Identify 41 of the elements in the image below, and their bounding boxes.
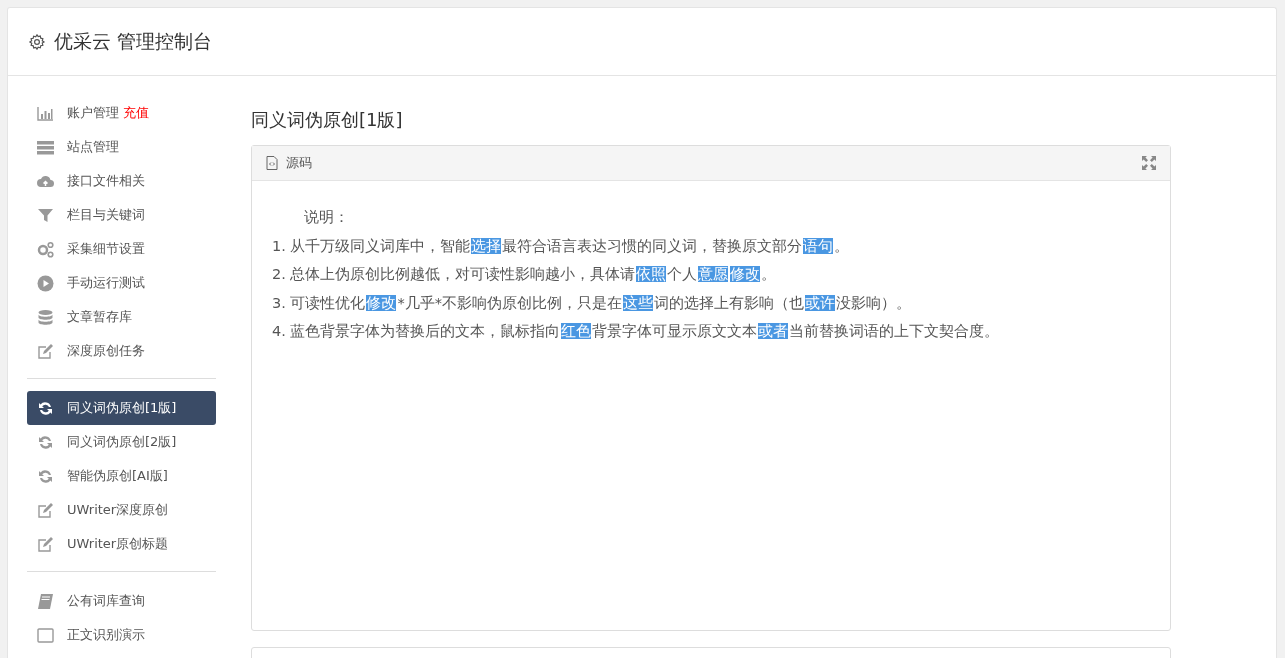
- refresh-icon: [37, 467, 54, 485]
- database-icon: [37, 308, 54, 326]
- panel-title: 源码: [286, 154, 312, 173]
- edit-icon: [37, 342, 54, 360]
- sidebar-item[interactable]: UWriter深度原创: [27, 493, 216, 527]
- sidebar-item[interactable]: 栏目与关键词: [27, 198, 216, 232]
- sidebar-item[interactable]: 同义词伪原创[2版]: [27, 425, 216, 459]
- sidebar-item[interactable]: 同义词伪原创[1版]: [27, 391, 216, 425]
- sidebar-item[interactable]: UWriter原创标题: [27, 527, 216, 561]
- sidebar-item[interactable]: 手动运行测试: [27, 266, 216, 300]
- sidebar-item[interactable]: 采集细节设置: [27, 232, 216, 266]
- edit-icon: [37, 535, 54, 553]
- recharge-link[interactable]: 充值: [123, 103, 149, 123]
- sidebar-item[interactable]: 智能伪原创[AI版]: [27, 459, 216, 493]
- filter-icon: [37, 206, 54, 224]
- code-file-icon: [266, 156, 278, 170]
- sidebar-item[interactable]: 接口文件相关: [27, 164, 216, 198]
- expand-icon[interactable]: [1142, 156, 1156, 170]
- edit-icon: [37, 501, 54, 519]
- note-line: 3. 可读性优化修改*几乎*不影响伪原创比例，只是在这些词的选择上有影响（也或许没影响）。: [272, 293, 912, 313]
- sidebar-item[interactable]: 账户管理 充值: [27, 96, 216, 130]
- gear-icon: [28, 32, 46, 51]
- note-line: 2. 总体上伪原创比例越低，对可读性影响越小，具体请依照个人意愿修改。: [272, 265, 778, 284]
- refresh-icon: [37, 433, 54, 451]
- note-line: 4. 蓝色背景字体为替换后的文本，鼠标指向 红色背景字体可显示原文文本或者当前替换词语的上下文契合度。: [272, 322, 1001, 341]
- note-line: 1. 从千万级同义词库中，智能选择最符合语言表达习惯的同义词，替换原文部分语句。: [272, 236, 851, 256]
- play-icon: [37, 274, 54, 292]
- page-title: 同义词伪原创[1版]: [251, 108, 404, 132]
- bar-chart-icon: [37, 104, 54, 122]
- sidebar-item[interactable]: 公有词库查询: [27, 584, 216, 618]
- refresh-icon: [37, 399, 54, 417]
- sidebar-item[interactable]: 深度原创任务: [27, 334, 216, 368]
- square-icon: [37, 626, 54, 644]
- note-heading: 说明：: [303, 208, 350, 227]
- book-icon: [37, 592, 54, 610]
- server-icon: [37, 138, 54, 156]
- sidebar-item[interactable]: 文章暂存库: [27, 300, 216, 334]
- sidebar-item[interactable]: 正文识别演示: [27, 618, 216, 652]
- console-title: 优采云 管理控制台: [54, 29, 213, 55]
- gears-icon: [37, 240, 54, 258]
- sidebar-item[interactable]: 站点管理: [27, 130, 216, 164]
